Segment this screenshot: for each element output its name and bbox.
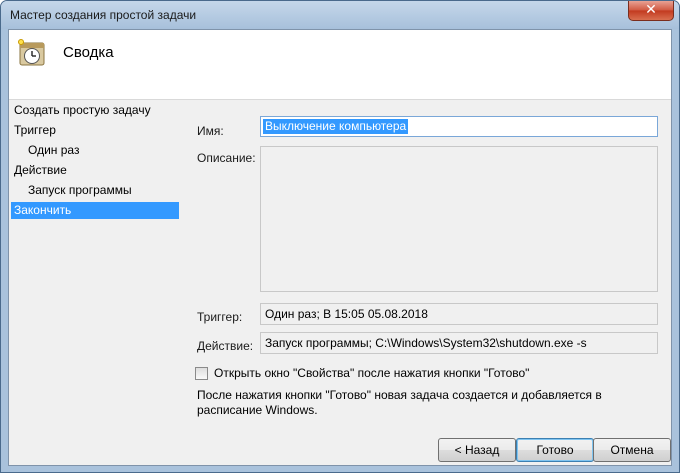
wizard-header: Сводка xyxy=(9,30,671,100)
nav-item-once[interactable]: Один раз xyxy=(11,142,179,159)
description-field[interactable] xyxy=(260,146,658,292)
nav-item-finish[interactable]: Закончить xyxy=(11,202,179,219)
task-scheduler-clock-icon xyxy=(18,39,45,66)
name-label: Имя: xyxy=(197,124,224,138)
page-title: Сводка xyxy=(63,44,114,61)
description-label: Описание: xyxy=(197,151,256,165)
nav-item-start-program[interactable]: Запуск программы xyxy=(11,182,179,199)
task-name-value: Выключение компьютера xyxy=(263,119,409,134)
open-properties-checkbox[interactable] xyxy=(195,367,208,380)
window-title: Мастер создания простой задачи xyxy=(10,8,197,22)
action-field: Запуск программы; C:\Windows\System32\sh… xyxy=(260,332,658,354)
nav-item-action[interactable]: Действие xyxy=(11,162,179,179)
nav-item-trigger[interactable]: Триггер xyxy=(11,122,179,139)
nav-item-create-task[interactable]: Создать простую задачу xyxy=(11,102,179,119)
finish-button[interactable]: Готово xyxy=(516,438,594,462)
wizard-client-area: Сводка Создать простую задачу Триггер Од… xyxy=(8,29,672,466)
back-button[interactable]: < Назад xyxy=(438,438,516,462)
trigger-field: Один раз; В 15:05 05.08.2018 xyxy=(260,303,658,325)
trigger-label: Триггер: xyxy=(197,310,243,324)
wizard-steps-nav: Создать простую задачу Триггер Один раз … xyxy=(9,101,181,441)
finish-info-text: После нажатия кнопки "Готово" новая зада… xyxy=(197,388,602,417)
title-bar[interactable]: Мастер создания простой задачи ✕ xyxy=(1,1,679,29)
wizard-window: Мастер создания простой задачи ✕ Сводка … xyxy=(0,0,680,473)
action-value: Запуск программы; C:\Windows\System32\sh… xyxy=(265,336,587,350)
close-button[interactable]: ✕ xyxy=(628,1,674,21)
trigger-value: Один раз; В 15:05 05.08.2018 xyxy=(265,307,428,321)
open-properties-label[interactable]: Открыть окно "Свойства" после нажатия кн… xyxy=(214,366,529,380)
action-label: Действие: xyxy=(197,339,254,353)
cancel-button[interactable]: Отмена xyxy=(593,438,671,462)
close-icon: ✕ xyxy=(645,2,657,18)
task-name-field[interactable]: Выключение компьютера xyxy=(260,116,658,137)
